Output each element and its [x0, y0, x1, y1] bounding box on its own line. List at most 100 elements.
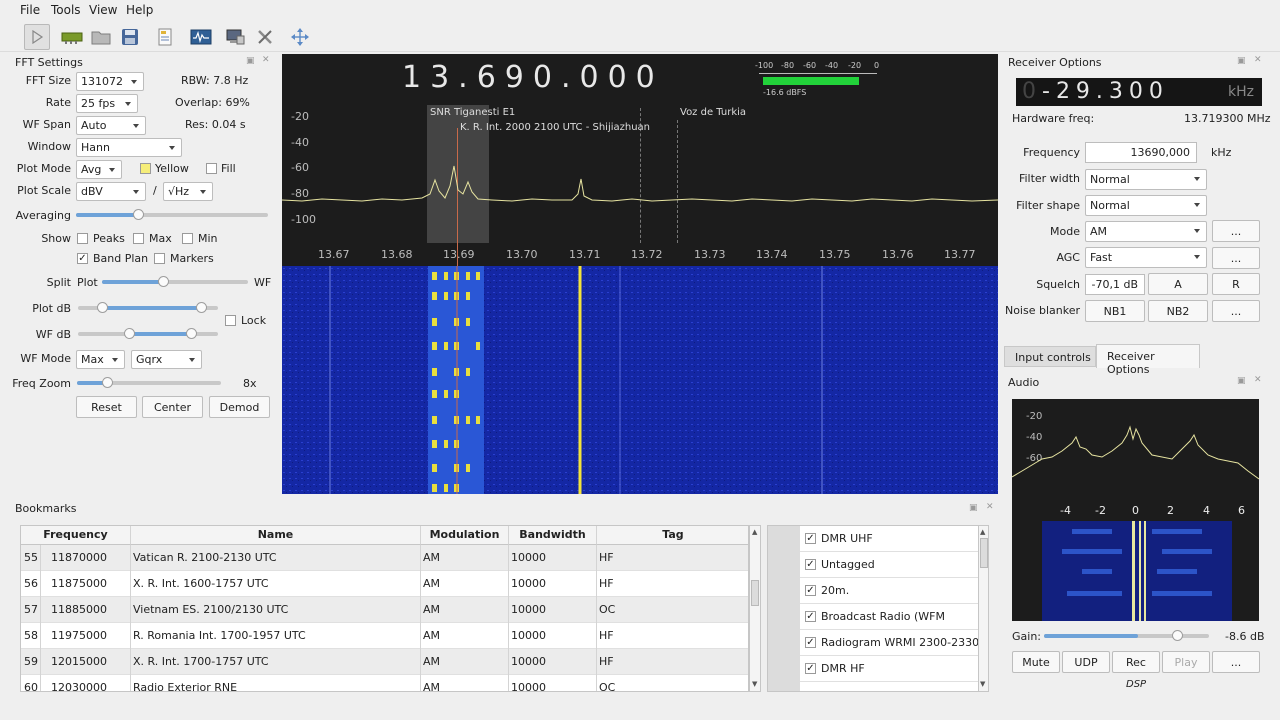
row-bandwidth: 10000	[511, 629, 546, 642]
menu-file[interactable]: File	[20, 3, 40, 17]
audio-fft-plot[interactable]: -20 -40 -60 -4 -2 0 2 4 6	[1012, 399, 1259, 621]
tag-item[interactable]: ✓ Untagged	[800, 552, 978, 578]
remote-computer-button[interactable]	[222, 24, 248, 50]
split-slider[interactable]	[102, 276, 248, 287]
mode-select[interactable]: AM	[1085, 221, 1207, 242]
peaks-checkbox[interactable]	[77, 233, 88, 244]
nb2-button[interactable]: NB2	[1148, 300, 1208, 322]
dock-float-icon[interactable]: ▣	[246, 56, 255, 66]
record-button[interactable]: Rec	[1112, 651, 1160, 673]
tag-item[interactable]: ✓ DMR HF	[800, 656, 978, 682]
spectrum-waterfall-plot[interactable]: 13.690.000 -100 -80 -60 -40 -20 0 -16.6 …	[282, 54, 998, 494]
min-checkbox[interactable]	[182, 233, 193, 244]
plot-db-range-slider[interactable]	[78, 302, 218, 313]
plot-scale-select[interactable]: dBV	[76, 182, 146, 201]
column-header-tag[interactable]: Tag	[597, 526, 748, 545]
dock-close-icon[interactable]: ✕	[1254, 375, 1262, 385]
scroll-down-icon[interactable]: ▼	[980, 680, 985, 688]
window-select[interactable]: Hann	[76, 138, 182, 157]
menu-view[interactable]: View	[89, 3, 117, 17]
column-header-bandwidth[interactable]: Bandwidth	[509, 526, 597, 545]
center-button[interactable]: Center	[142, 396, 203, 418]
offset-frequency-display[interactable]: 0-29.300 kHz	[1016, 78, 1262, 106]
plot-mode-select[interactable]: Avg	[76, 160, 122, 179]
tag-checkbox[interactable]: ✓	[805, 559, 816, 570]
udp-button[interactable]: UDP	[1062, 651, 1110, 673]
dock-float-icon[interactable]: ▣	[1237, 376, 1246, 386]
audio-x-tick: 0	[1132, 504, 1139, 517]
gain-slider[interactable]	[1044, 630, 1209, 641]
tag-item[interactable]: ✓ 20m.	[800, 578, 978, 604]
mode-options-button[interactable]: ...	[1212, 220, 1260, 242]
plot-scale-per-select[interactable]: √Hz	[163, 182, 213, 201]
yellow-color-swatch[interactable]	[140, 163, 151, 174]
squelch-reset-button[interactable]: R	[1212, 273, 1260, 295]
squelch-input[interactable]: -70,1 dB	[1085, 274, 1145, 295]
freq-zoom-slider[interactable]	[77, 377, 221, 388]
tag-checkbox[interactable]: ✓	[805, 663, 816, 674]
tab-input-controls[interactable]: Input controls	[1004, 346, 1096, 367]
agc-select[interactable]: Fast	[1085, 247, 1207, 268]
dock-close-icon[interactable]: ✕	[262, 55, 270, 65]
agc-options-button[interactable]: ...	[1212, 247, 1260, 269]
save-settings-button[interactable]	[117, 24, 143, 50]
tab-receiver-options[interactable]: Receiver Options	[1096, 344, 1200, 376]
scroll-up-icon[interactable]: ▲	[752, 528, 757, 536]
rate-select[interactable]: 25 fps	[76, 94, 138, 113]
fill-checkbox[interactable]	[206, 163, 217, 174]
waveform-button[interactable]	[188, 24, 214, 50]
plot-db-label: Plot dB	[32, 302, 71, 315]
reset-button[interactable]: Reset	[76, 396, 137, 418]
tag-item[interactable]: ✓ DMR UHF	[800, 526, 978, 552]
menu-tools[interactable]: Tools	[51, 3, 81, 17]
wf-span-select[interactable]: Auto	[76, 116, 146, 135]
tag-checkbox[interactable]: ✓	[805, 611, 816, 622]
mute-button[interactable]: Mute	[1012, 651, 1060, 673]
column-header-modulation[interactable]: Modulation	[421, 526, 509, 545]
tag-checkbox[interactable]: ✓	[805, 637, 816, 648]
row-bandwidth: 10000	[511, 681, 546, 692]
wf-mode-select[interactable]: Max	[76, 350, 125, 369]
demod-button[interactable]: Demod	[209, 396, 270, 418]
fullscreen-button[interactable]	[287, 24, 313, 50]
dock-close-icon[interactable]: ✕	[986, 502, 994, 512]
frequency-input[interactable]: 13690,000	[1085, 142, 1197, 163]
load-settings-button[interactable]	[88, 24, 114, 50]
markers-checkbox[interactable]	[154, 253, 165, 264]
filter-width-select[interactable]: Normal	[1085, 169, 1207, 190]
fft-size-select[interactable]: 131072	[76, 72, 144, 91]
filter-shape-select[interactable]: Normal	[1085, 195, 1207, 216]
wf-palette-select[interactable]: Gqrx	[131, 350, 202, 369]
tag-list-scrollbar[interactable]: ▲ ▼	[978, 526, 988, 691]
tools-button[interactable]	[252, 24, 278, 50]
scroll-thumb[interactable]	[980, 538, 988, 568]
lock-checkbox[interactable]	[225, 315, 236, 326]
play-button[interactable]: Play	[1162, 651, 1210, 673]
tag-item[interactable]: ✓ Broadcast Radio (WFM	[800, 604, 978, 630]
menu-help[interactable]: Help	[126, 3, 153, 17]
averaging-slider[interactable]	[76, 209, 268, 220]
wf-db-range-slider[interactable]	[78, 328, 218, 339]
nb-options-button[interactable]: ...	[1212, 300, 1260, 322]
tag-checkbox[interactable]: ✓	[805, 533, 816, 544]
column-header-frequency[interactable]: Frequency	[21, 526, 131, 545]
tag-item[interactable]: ✓ Radiogram WRMI 2300-2330 ...	[800, 630, 988, 656]
waterfall[interactable]	[282, 266, 998, 494]
scroll-up-icon[interactable]: ▲	[980, 528, 985, 536]
remote-control-button[interactable]	[152, 24, 178, 50]
dock-float-icon[interactable]: ▣	[969, 503, 978, 513]
audio-options-button[interactable]: ...	[1212, 651, 1260, 673]
dock-float-icon[interactable]: ▣	[1237, 56, 1246, 66]
column-header-name[interactable]: Name	[131, 526, 421, 545]
start-dsp-button[interactable]	[24, 24, 50, 50]
dock-close-icon[interactable]: ✕	[1254, 55, 1262, 65]
max-checkbox[interactable]	[133, 233, 144, 244]
tag-checkbox[interactable]: ✓	[805, 585, 816, 596]
scroll-down-icon[interactable]: ▼	[752, 680, 757, 688]
nb1-button[interactable]: NB1	[1085, 300, 1145, 322]
band-plan-checkbox[interactable]: ✓	[77, 253, 88, 264]
io-devices-button[interactable]	[59, 24, 85, 50]
bookmarks-scrollbar[interactable]: ▲ ▼	[749, 525, 761, 692]
squelch-auto-button[interactable]: A	[1148, 273, 1208, 295]
scroll-thumb[interactable]	[751, 580, 759, 606]
